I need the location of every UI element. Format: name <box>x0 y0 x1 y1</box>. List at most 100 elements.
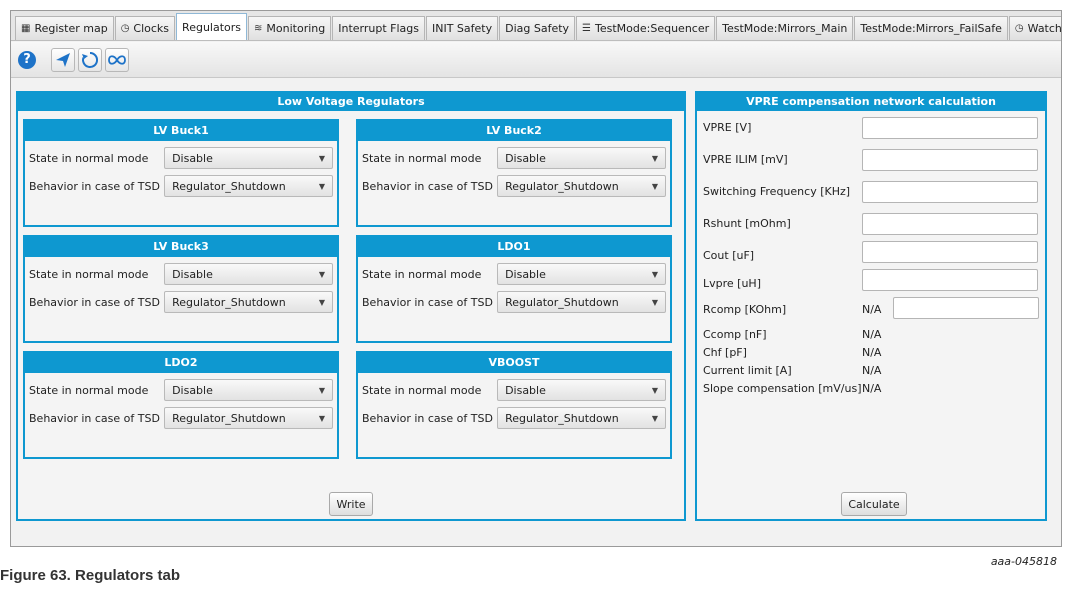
write-button[interactable]: Write <box>329 492 373 516</box>
lvpre-input[interactable] <box>862 269 1038 291</box>
low-voltage-regulators-panel: Low Voltage Regulators LV Buck1 State in… <box>16 91 686 521</box>
tsd-label: Behavior in case of TSD <box>29 179 160 193</box>
tab-bar: ▦ Register map ◷ Clocks Regulators ≋ Monito… <box>11 11 1061 41</box>
chevron-down-icon: ▼ <box>318 269 325 279</box>
cout-input[interactable] <box>862 241 1038 263</box>
clock-icon: ◷ <box>1014 23 1024 34</box>
ccomp-label: Ccomp [nF] <box>703 328 767 341</box>
select-value: Disable <box>505 383 546 397</box>
vpre-compensation-panel: VPRE compensation network calculation VP… <box>695 91 1047 521</box>
state-select[interactable]: Disable ▼ <box>164 147 333 169</box>
chevron-down-icon: ▼ <box>318 181 325 191</box>
regulator-block-vboost: VBOOST State in normal mode Disable ▼ Beha… <box>356 351 672 459</box>
rshunt-input[interactable] <box>862 213 1038 235</box>
sequencer-icon: ☰ <box>582 23 592 34</box>
select-value: Regulator_Shutdown <box>505 295 619 309</box>
panel-title: Low Voltage Regulators <box>18 93 684 111</box>
regulator-block-lv-buck2: LV Buck2 State in normal mode Disable ▼ Be… <box>356 119 672 227</box>
select-value: Disable <box>172 151 213 165</box>
block-title: LV Buck1 <box>25 121 337 141</box>
chevron-down-icon: ▼ <box>318 153 325 163</box>
calculate-button[interactable]: Calculate <box>841 492 907 516</box>
chevron-down-icon: ▼ <box>651 297 658 307</box>
state-select[interactable]: Disable ▼ <box>497 263 666 285</box>
tab-testmode-mirrors-main[interactable]: TestMode:Mirrors_Main <box>716 16 854 40</box>
tab-label: TestMode:Mirrors_Main <box>722 22 848 35</box>
chevron-down-icon: ▼ <box>318 297 325 307</box>
tab-label: WatchD <box>1027 22 1061 35</box>
select-value: Regulator_Shutdown <box>505 179 619 193</box>
rcomp-value: N/A <box>862 303 882 316</box>
state-select[interactable]: Disable ▼ <box>164 379 333 401</box>
tab-init-safety[interactable]: INIT Safety <box>425 16 499 40</box>
monitoring-icon: ≋ <box>254 23 263 34</box>
tab-label: Regulators <box>182 20 242 34</box>
tab-label: Diag Safety <box>505 22 570 35</box>
block-title: LV Buck3 <box>25 237 337 257</box>
send-button[interactable] <box>51 47 75 72</box>
vpre-ilim-input[interactable] <box>862 149 1038 171</box>
tab-diag-safety[interactable]: Diag Safety <box>499 16 576 40</box>
rcomp-input[interactable] <box>893 297 1039 319</box>
vpre-label: VPRE [V] <box>703 121 752 134</box>
tab-register-map[interactable]: ▦ Register map <box>15 16 114 40</box>
state-select[interactable]: Disable ▼ <box>497 379 666 401</box>
vpre-input[interactable] <box>862 117 1038 139</box>
tab-regulators[interactable]: Regulators <box>176 13 248 40</box>
tab-label: TestMode:Mirrors_FailSafe <box>860 22 1002 35</box>
current-limit-label: Current limit [A] <box>703 364 792 377</box>
switching-frequency-input[interactable] <box>862 181 1038 203</box>
state-label: State in normal mode <box>362 151 482 165</box>
refresh-icon <box>82 51 99 68</box>
tab-label: TestMode:Sequencer <box>595 22 710 35</box>
tab-testmode-mirrors-failsafe[interactable]: TestMode:Mirrors_FailSafe <box>854 16 1008 40</box>
regulator-block-lv-buck1: LV Buck1 State in normal mode Disable ▼ Be… <box>23 119 339 227</box>
tsd-label: Behavior in case of TSD <box>29 295 160 309</box>
cout-label: Cout [uF] <box>703 249 755 262</box>
state-label: State in normal mode <box>29 383 149 397</box>
state-select[interactable]: Disable ▼ <box>497 147 666 169</box>
help-button[interactable]: ? <box>15 48 39 72</box>
chevron-down-icon: ▼ <box>651 153 658 163</box>
application-window: ▦ Register map ◷ Clocks Regulators ≋ Monito… <box>10 10 1062 547</box>
tab-label: Clocks <box>133 22 170 35</box>
select-value: Disable <box>505 267 546 281</box>
tsd-label: Behavior in case of TSD <box>29 411 160 425</box>
panel-title: VPRE compensation network calculation <box>697 93 1045 111</box>
block-title: LV Buck2 <box>358 121 670 141</box>
send-icon <box>56 52 70 67</box>
toolbar: ? <box>11 42 1061 78</box>
tsd-select[interactable]: Regulator_Shutdown ▼ <box>164 175 333 197</box>
tab-label: Monitoring <box>266 22 326 35</box>
tab-monitoring[interactable]: ≋ Monitoring <box>248 16 332 40</box>
tsd-select[interactable]: Regulator_Shutdown ▼ <box>164 291 333 313</box>
tsd-select[interactable]: Regulator_Shutdown ▼ <box>497 175 666 197</box>
chf-label: Chf [pF] <box>703 346 747 359</box>
regulator-block-ldo1: LDO1 State in normal mode Disable ▼ Behavi… <box>356 235 672 343</box>
select-value: Regulator_Shutdown <box>505 411 619 425</box>
tsd-label: Behavior in case of TSD <box>362 411 493 425</box>
state-select[interactable]: Disable ▼ <box>164 263 333 285</box>
block-title: LDO2 <box>25 353 337 373</box>
loop-button[interactable] <box>105 47 129 72</box>
slope-compensation-value: N/A <box>862 382 882 395</box>
tsd-label: Behavior in case of TSD <box>362 295 493 309</box>
tsd-select[interactable]: Regulator_Shutdown ▼ <box>497 407 666 429</box>
slope-compensation-label: Slope compensation [mV/us] <box>703 382 862 395</box>
rcomp-label: Rcomp [KOhm] <box>703 303 787 316</box>
rshunt-label: Rshunt [mOhm] <box>703 217 791 230</box>
select-value: Regulator_Shutdown <box>172 179 286 193</box>
block-title: LDO1 <box>358 237 670 257</box>
refresh-button[interactable] <box>78 47 102 72</box>
tab-interrupt-flags[interactable]: Interrupt Flags <box>332 16 425 40</box>
tab-label: Register map <box>34 22 108 35</box>
tab-clocks[interactable]: ◷ Clocks <box>114 16 176 40</box>
tsd-select[interactable]: Regulator_Shutdown ▼ <box>164 407 333 429</box>
tsd-select[interactable]: Regulator_Shutdown ▼ <box>497 291 666 313</box>
tab-watchdog[interactable]: ◷WatchD <box>1008 16 1061 40</box>
regulator-block-lv-buck3: LV Buck3 State in normal mode Disable ▼ Be… <box>23 235 339 343</box>
chf-value: N/A <box>862 346 882 359</box>
tab-testmode-sequencer[interactable]: ☰ TestMode:Sequencer <box>576 16 716 40</box>
chevron-down-icon: ▼ <box>318 385 325 395</box>
chevron-down-icon: ▼ <box>651 181 658 191</box>
